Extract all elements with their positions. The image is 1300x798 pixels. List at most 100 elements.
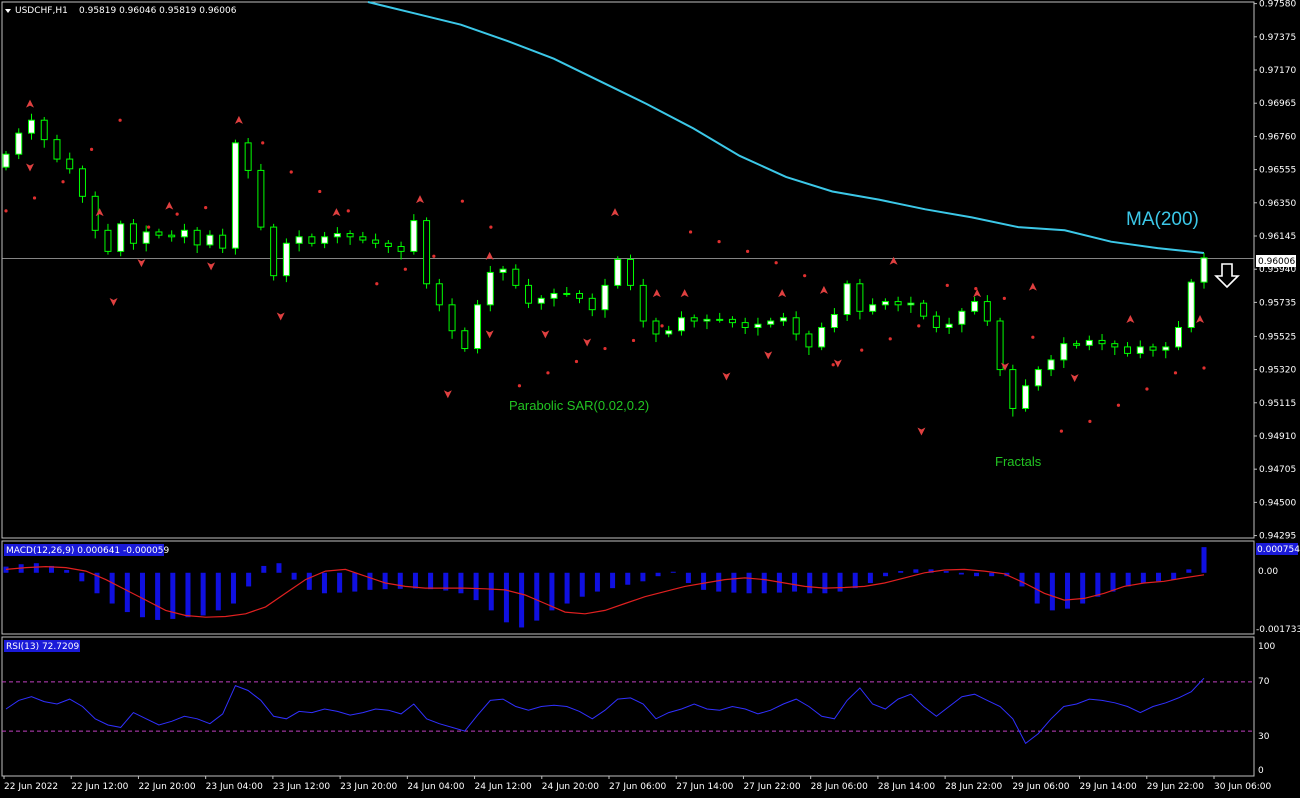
- fractal-down-icon: [207, 262, 216, 271]
- axis-ticks: 0.97580 0.97375 0.97170 0.96965 0.96760 0.965…: [2, 0, 1296, 792]
- sar-dot: [1145, 387, 1149, 391]
- fractal-up-icon: [819, 285, 828, 294]
- sar-dot: [489, 225, 493, 229]
- sar-dot: [1088, 419, 1092, 424]
- macd-histogram-bar: [1140, 572, 1146, 584]
- candle-body: [754, 323, 762, 328]
- candle-body: [703, 318, 711, 322]
- candle-body: [601, 284, 609, 311]
- price-tick-label: 0.94295: [1259, 532, 1296, 542]
- candle-body: [525, 284, 533, 304]
- rsi-line: [5, 677, 1205, 745]
- macd-histogram-bar: [139, 572, 145, 618]
- fractal-up-icon: [973, 289, 982, 298]
- candle-body: [435, 283, 443, 306]
- sar-dot: [917, 324, 921, 328]
- macd-histogram-bar: [655, 572, 661, 577]
- sar-dot: [175, 212, 179, 216]
- candle-body: [397, 246, 405, 252]
- rsi-layer: [2, 677, 1254, 745]
- candle-body: [66, 158, 74, 170]
- macd-histogram-bar: [382, 572, 388, 590]
- fractal-down-icon: [443, 390, 452, 399]
- candle-body: [1085, 339, 1093, 346]
- macd-histogram-bar: [716, 572, 722, 592]
- candle-body: [448, 304, 456, 332]
- candle-body: [384, 242, 392, 248]
- time-tick-label: 28 Jun 14:00: [878, 782, 935, 792]
- candle-body: [805, 333, 813, 348]
- candle-body: [907, 302, 915, 306]
- time-tick-label: 24 Jun 04:00: [407, 782, 464, 792]
- candle-body: [1111, 343, 1119, 348]
- price-tick-label: 0.94500: [1259, 498, 1296, 508]
- sar-dot: [432, 254, 436, 258]
- candle-body: [537, 297, 545, 304]
- candle-body: [945, 323, 953, 328]
- fractal-down-icon: [541, 330, 550, 339]
- fractal-down-icon: [137, 259, 146, 268]
- candle-body: [894, 301, 902, 306]
- candle-body: [1009, 369, 1017, 409]
- sar-dot: [1031, 335, 1035, 339]
- macd-zero-label: 0.00: [1258, 567, 1278, 577]
- macd-histogram-bar: [1201, 547, 1207, 573]
- rsi-100-label: 100: [1258, 642, 1275, 652]
- candle-body: [372, 239, 380, 244]
- macd-histogram-bar: [1019, 572, 1025, 587]
- candle-body: [1034, 369, 1042, 387]
- candle-body: [486, 271, 494, 306]
- ma-line-layer: [367, 1, 1205, 254]
- time-tick-label: 29 Jun 14:00: [1080, 782, 1137, 792]
- time-tick-label: 30 Jun 06:00: [1214, 782, 1271, 792]
- candle-body: [652, 320, 660, 335]
- rsi-title: RSI(13) 72.7209: [6, 642, 79, 652]
- sar-dot: [118, 118, 122, 122]
- sar-dot: [1202, 366, 1206, 370]
- sar-dot: [460, 199, 464, 203]
- candle-body: [869, 304, 877, 312]
- candle-body: [78, 168, 86, 197]
- fractal-up-icon: [889, 256, 898, 265]
- symbol-dropdown-icon[interactable]: [5, 9, 11, 13]
- candle-body: [193, 229, 201, 246]
- macd-histogram-bar: [579, 572, 585, 597]
- macd-histogram-bar: [64, 570, 70, 573]
- sar-dot: [888, 337, 892, 341]
- macd-histogram-bar: [503, 572, 509, 623]
- time-tick-label: 22 Jun 20:00: [138, 782, 195, 792]
- candle-body: [665, 330, 673, 335]
- candle-body: [563, 292, 571, 295]
- macd-histogram-bar: [1125, 572, 1131, 587]
- candle-body: [716, 318, 724, 321]
- time-tick-label: 22 Jun 2022: [4, 782, 58, 792]
- sar-dot: [774, 261, 778, 265]
- sar-dot: [746, 249, 750, 253]
- candle-body: [117, 223, 125, 252]
- ohlc-label: 0.95819 0.96046 0.95819 0.96006: [79, 6, 237, 16]
- candle-body: [1187, 281, 1195, 328]
- macd-histogram-bar: [989, 572, 995, 577]
- sar-dot: [32, 196, 37, 200]
- sar-dot: [803, 274, 807, 278]
- sar-dot: [660, 324, 664, 328]
- candle-body: [958, 310, 966, 325]
- candle-body: [588, 297, 596, 311]
- sar-dot: [574, 359, 579, 364]
- macd-histogram-bar: [807, 572, 813, 594]
- fractal-down-icon: [583, 338, 592, 347]
- macd-histogram-bar: [792, 572, 798, 592]
- candle-body: [231, 142, 239, 249]
- sar-annotation: Parabolic SAR(0.02,0.2): [509, 398, 649, 413]
- candle-body: [818, 326, 826, 348]
- candle-body: [856, 283, 864, 312]
- candle-body: [1060, 343, 1068, 361]
- time-tick-label: 29 Jun 06:00: [1012, 782, 1069, 792]
- macd-histogram-bar: [883, 572, 889, 577]
- macd-histogram-bar: [1156, 572, 1162, 582]
- candle-body: [677, 317, 685, 332]
- candle-body: [550, 292, 558, 299]
- fractal-down-icon: [109, 297, 118, 306]
- macd-histogram-bar: [1171, 572, 1177, 580]
- candle-body: [920, 302, 928, 317]
